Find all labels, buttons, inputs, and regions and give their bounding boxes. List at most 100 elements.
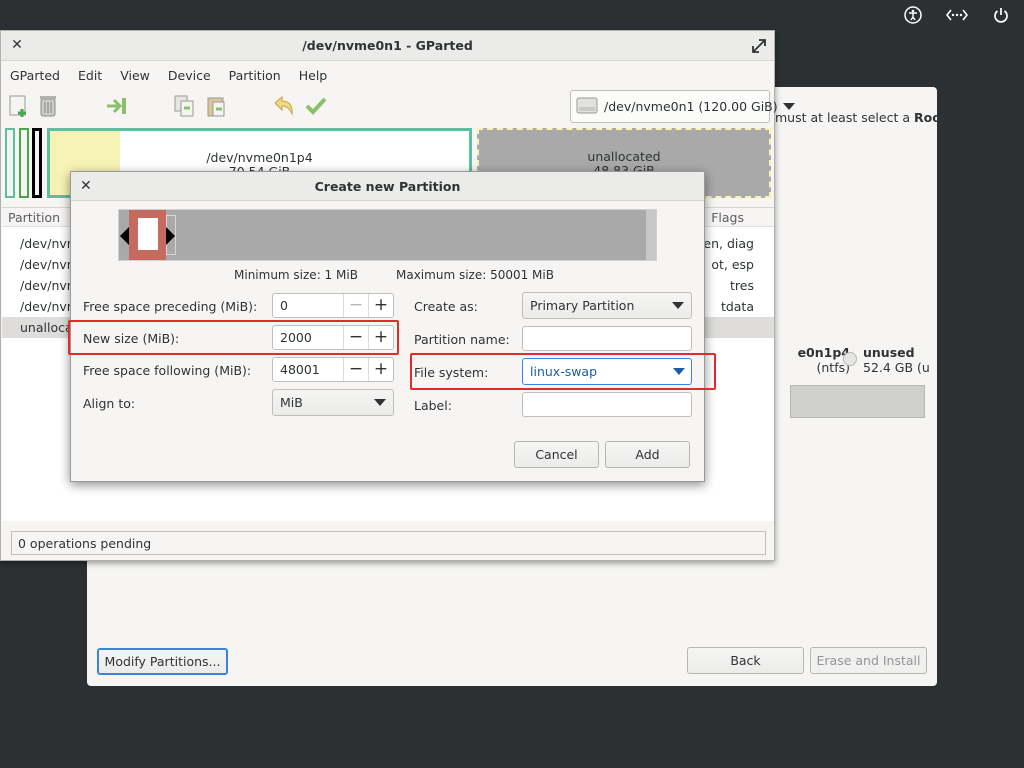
partition-name-label: Partition name: [414,332,510,347]
unused-size: 52.4 GB (u [863,360,930,375]
minus-icon[interactable]: − [343,358,368,381]
toolbar: /dev/nvme0n1 (120.00 GiB) [1,89,795,125]
create-as-value: Primary Partition [530,298,635,313]
free-preceding-label: Free space preceding (MiB): [83,299,258,314]
row-partition-name: /dev/nvm [20,299,79,314]
unused-radio[interactable] [843,352,857,366]
resize-move-icon[interactable] [102,91,132,121]
device-selector-label: /dev/nvme0n1 (120.00 GiB) [604,99,778,114]
add-button[interactable]: Add [605,441,690,468]
minimum-size-text: Minimum size: 1 MiB [234,268,358,282]
installer-partition-bar [790,385,925,418]
free-preceding-spinner[interactable]: 0 − + [272,293,394,318]
chevron-down-icon [374,399,386,406]
device-selector[interactable]: /dev/nvme0n1 (120.00 GiB) [570,90,795,123]
unallocated-name: unallocated [587,149,661,164]
plus-icon[interactable]: + [368,358,393,381]
delete-icon[interactable] [33,91,63,121]
new-size-value[interactable]: 2000 [273,326,343,349]
create-as-label: Create as: [414,299,478,314]
create-partition-dialog: ✕ Create new Partition Minimum size: 1 M… [70,171,705,482]
column-flags[interactable]: Flags [711,210,744,225]
menu-device[interactable]: Device [159,68,220,83]
slider-selection-fill [138,218,158,250]
minus-icon[interactable]: − [343,294,368,317]
chevron-down-icon [672,302,684,309]
menu-gparted[interactable]: GParted [1,68,69,83]
window-title: /dev/nvme0n1 - GParted [302,38,473,53]
status-bar: 0 operations pending [11,531,766,555]
disk-map-partition-3[interactable] [32,128,42,198]
menubar: GParted Edit View Device Partition Help [1,61,774,89]
create-as-dropdown[interactable]: Primary Partition [522,292,692,319]
installer-partition-fs: (ntfs) [816,360,851,375]
row-partition-name: /dev/nvm [20,236,79,251]
row-flags: tres [730,278,754,293]
slider-end [646,210,656,260]
free-following-value[interactable]: 48001 [273,358,343,381]
new-partition-icon[interactable] [4,91,34,121]
row-flags: ot, esp [711,257,754,272]
slider-right-handle-icon[interactable] [166,227,175,245]
back-button[interactable]: Back [687,647,804,674]
unused-label: unused [863,345,915,360]
paste-icon[interactable] [201,91,231,121]
file-system-value: linux-swap [530,364,598,379]
plus-icon[interactable]: + [368,326,393,349]
free-preceding-value[interactable]: 0 [273,294,343,317]
installer-partition-name: e0n1p4 [797,345,850,360]
row-flags: tdata [720,299,754,314]
dialog-titlebar: ✕ Create new Partition [71,172,704,201]
row-partition-name: /dev/nvm [20,278,79,293]
minus-icon[interactable]: − [343,326,368,349]
menu-edit[interactable]: Edit [69,68,111,83]
disk-map-partition-1[interactable] [5,128,15,198]
installer-hint: must at least select a Root [775,110,947,125]
gparted-titlebar: ✕ /dev/nvme0n1 - GParted [1,31,774,61]
harddisk-icon [575,94,599,119]
power-icon[interactable] [986,4,1016,26]
chevron-down-icon [673,368,685,375]
installer-partition-entry: e0n1p4 (ntfs) [775,345,850,375]
row-partition-name: unalloca [20,320,73,335]
align-to-value: MiB [280,395,303,410]
align-to-label: Align to: [83,396,136,411]
accessibility-icon[interactable] [898,4,928,26]
menu-view[interactable]: View [111,68,159,83]
network-icon[interactable] [942,4,972,26]
menu-help[interactable]: Help [290,68,337,83]
undo-icon[interactable] [269,91,299,121]
slider-left-handle-icon[interactable] [120,227,129,245]
partition-name-field[interactable] [522,326,692,351]
free-following-label: Free space following (MiB): [83,363,252,378]
column-partition[interactable]: Partition [2,210,60,225]
new-size-spinner[interactable]: 2000 − + [272,325,394,350]
installer-unused-option[interactable]: unused 52.4 GB (u [843,345,930,375]
new-size-label: New size (MiB): [83,331,180,346]
dialog-title: Create new Partition [314,179,461,194]
status-text: 0 operations pending [18,535,152,551]
cancel-button[interactable]: Cancel [514,441,599,468]
menu-partition[interactable]: Partition [220,68,290,83]
installer-hint-text: must at least select a [775,110,911,125]
maximum-size-text: Maximum size: 50001 MiB [396,268,554,282]
plus-icon[interactable]: + [368,294,393,317]
erase-and-install-button[interactable]: Erase and Install [810,647,927,674]
system-tray [898,4,1016,26]
disk-map-partition-2[interactable] [19,128,29,198]
file-system-dropdown[interactable]: linux-swap [522,358,692,385]
copy-icon[interactable] [169,91,199,121]
modify-partitions-button[interactable]: Modify Partitions... [97,648,228,675]
maximize-icon[interactable] [750,37,768,55]
partition-size-slider[interactable] [118,209,657,261]
label-field[interactable] [522,392,692,417]
align-to-dropdown[interactable]: MiB [272,389,394,416]
file-system-label: File system: [414,365,489,380]
label-label: Label: [414,398,452,413]
installer-hint-bold: Root [914,110,947,125]
apply-icon[interactable] [301,91,331,121]
chevron-down-icon [782,103,795,110]
free-following-spinner[interactable]: 48001 − + [272,357,394,382]
row-partition-name: /dev/nvm [20,257,79,272]
p4-name: /dev/nvme0n1p4 [206,150,313,165]
